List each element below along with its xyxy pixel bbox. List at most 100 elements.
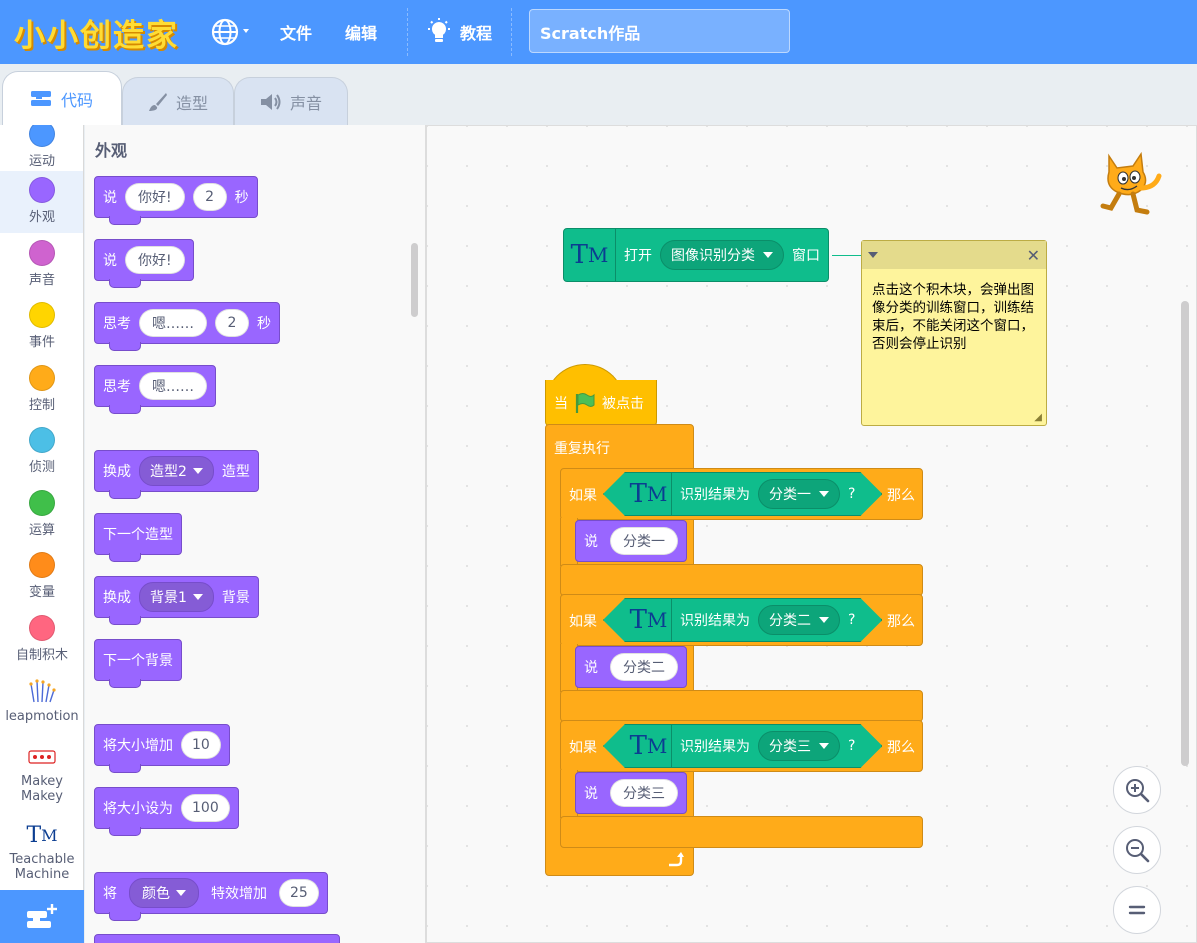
say-for-secs-block[interactable]: 说 你好! 2 秒 <box>94 176 258 225</box>
category-sensing[interactable]: 侦测 <box>0 421 83 483</box>
category-looks[interactable]: 外观 <box>0 171 83 233</box>
change-size-block[interactable]: 将大小增加 10 <box>94 724 230 773</box>
category-control[interactable]: 控制 <box>0 359 83 421</box>
tab-code[interactable]: 代码 <box>2 71 122 125</box>
open-window-block[interactable]: TM 打开 图像识别分类 窗口 <box>563 228 829 282</box>
class-dropdown[interactable]: 分类二 <box>758 605 840 635</box>
brand-logo[interactable]: 小小创造家 <box>14 10 179 55</box>
class-dropdown[interactable]: 分类一 <box>758 479 840 509</box>
speaker-icon <box>260 93 281 110</box>
block-label: 将大小增加 <box>103 738 173 754</box>
caret-down-icon <box>176 890 186 896</box>
category-operators[interactable]: 运算 <box>0 484 83 546</box>
block-comment[interactable]: ✕ 点击这个积木块，会弹出图像分类的训练窗口，训练结束后，不能关闭这个窗口，否则… <box>861 240 1047 426</box>
message-input[interactable]: 嗯…… <box>139 309 207 337</box>
switch-backdrop-block[interactable]: 换成 背景1 背景 <box>94 576 259 625</box>
say-block[interactable]: 说 你好! <box>94 239 194 288</box>
tab-sounds[interactable]: 声音 <box>234 77 348 125</box>
comment-text[interactable]: 点击这个积木块，会弹出图像分类的训练窗口，训练结束后，不能关闭这个窗口，否则会停… <box>862 269 1046 365</box>
category-label: 事件 <box>28 335 55 350</box>
say-block[interactable]: 说 分类二 <box>575 646 687 688</box>
category-label: Machine <box>14 867 70 882</box>
think-for-secs-block[interactable]: 思考 嗯…… 2 秒 <box>94 302 280 351</box>
palette-scrollbar[interactable] <box>411 243 418 317</box>
script-workspace[interactable]: TM 打开 图像识别分类 窗口 ✕ 点击这个积木块，会弹出图像分类的训练窗口，训… <box>426 125 1197 943</box>
costume-dropdown[interactable]: 造型2 <box>139 456 214 486</box>
message-input[interactable]: 你好! <box>125 183 185 211</box>
zoom-reset-button[interactable] <box>1113 886 1161 934</box>
sensing-dot <box>29 427 55 453</box>
block-label: 将 <box>103 886 117 902</box>
think-block[interactable]: 思考 嗯…… <box>94 365 216 414</box>
tab-code-label: 代码 <box>60 90 93 110</box>
edit-menu[interactable]: 编辑 <box>345 0 377 64</box>
category-makey-makey[interactable]: Makey Makey <box>0 738 83 808</box>
category-my-blocks[interactable]: 自制积木 <box>0 609 83 671</box>
set-effect-block-partial[interactable] <box>94 934 340 943</box>
category-sound[interactable]: 声音 <box>0 234 83 296</box>
category-label: 变量 <box>28 585 55 600</box>
secs-input[interactable]: 2 <box>215 309 249 337</box>
zoom-out-button[interactable] <box>1113 826 1161 874</box>
teachable-machine-icon: TM <box>26 822 58 848</box>
message-input[interactable]: 嗯…… <box>139 372 207 400</box>
comment-header: ✕ <box>862 241 1046 269</box>
effect-input[interactable]: 25 <box>279 879 319 907</box>
close-icon[interactable]: ✕ <box>1027 246 1040 265</box>
category-motion[interactable]: 运动 <box>0 125 83 177</box>
message-input[interactable]: 分类三 <box>610 779 678 807</box>
message-input[interactable]: 分类二 <box>610 653 678 681</box>
workspace-scrollbar[interactable] <box>1181 301 1189 766</box>
loop-arrow-icon <box>669 852 684 867</box>
block-label: 被点击 <box>602 395 644 412</box>
block-label: 思考 <box>103 379 131 395</box>
category-leapmotion[interactable]: leapmotion <box>0 673 83 735</box>
next-backdrop-block[interactable]: 下一个背景 <box>94 639 182 688</box>
tutorials-label: 教程 <box>460 24 493 43</box>
backdrop-dropdown[interactable]: 背景1 <box>139 582 214 612</box>
collapse-caret-icon[interactable] <box>868 252 878 258</box>
recognition-result-condition[interactable]: TM 识别结果为 分类二 ? <box>603 598 882 642</box>
next-costume-block[interactable]: 下一个造型 <box>94 513 182 562</box>
change-effect-block[interactable]: 将 颜色 特效增加 25 <box>94 872 328 921</box>
block-label: 那么 <box>887 614 915 630</box>
secs-input[interactable]: 2 <box>192 183 227 211</box>
category-teachable-machine[interactable]: TM Teachable Machine <box>0 816 83 886</box>
recognition-result-condition[interactable]: TM 识别结果为 分类一 ? <box>603 472 882 516</box>
add-extension-button[interactable] <box>0 890 84 943</box>
category-label: 侦测 <box>28 460 55 475</box>
category-label: 控制 <box>28 398 55 413</box>
category-events[interactable]: 事件 <box>0 296 83 358</box>
globe-icon <box>211 18 249 46</box>
size-input[interactable]: 10 <box>181 731 221 759</box>
zoom-in-button[interactable] <box>1113 766 1161 814</box>
resize-handle-icon[interactable]: ◢ <box>1034 412 1042 423</box>
message-input[interactable]: 你好! <box>125 246 185 274</box>
tab-costumes[interactable]: 造型 <box>122 77 234 125</box>
language-menu[interactable] <box>210 0 256 64</box>
block-label: 说 <box>584 660 598 676</box>
project-title-input[interactable]: Scratch作品 <box>529 9 790 53</box>
window-dropdown[interactable]: 图像识别分类 <box>660 240 784 270</box>
effect-dropdown[interactable]: 颜色 <box>129 878 199 908</box>
category-variables[interactable]: 变量 <box>0 546 83 608</box>
block-label: 识别结果为 <box>680 613 750 629</box>
recognition-result-condition[interactable]: TM 识别结果为 分类三 ? <box>603 724 882 768</box>
size-input[interactable]: 100 <box>181 794 230 822</box>
message-input[interactable]: 分类一 <box>610 527 678 555</box>
code-icon <box>30 90 51 106</box>
when-flag-clicked-block[interactable]: 当 被点击 <box>545 380 657 426</box>
say-block[interactable]: 说 分类三 <box>575 772 687 814</box>
category-label: 声音 <box>28 273 55 288</box>
set-size-block[interactable]: 将大小设为 100 <box>94 787 239 836</box>
class-dropdown[interactable]: 分类三 <box>758 731 840 761</box>
category-label: leapmotion <box>5 709 79 724</box>
switch-costume-block[interactable]: 换成 造型2 造型 <box>94 450 259 499</box>
equals-icon <box>1128 905 1146 915</box>
file-menu[interactable]: 文件 <box>280 0 312 64</box>
variables-dot <box>29 552 55 578</box>
say-block[interactable]: 说 分类一 <box>575 520 687 562</box>
category-label: Makey <box>21 789 63 804</box>
block-label: 背景 <box>221 590 250 606</box>
tutorials-menu[interactable]: 教程 <box>426 0 492 64</box>
